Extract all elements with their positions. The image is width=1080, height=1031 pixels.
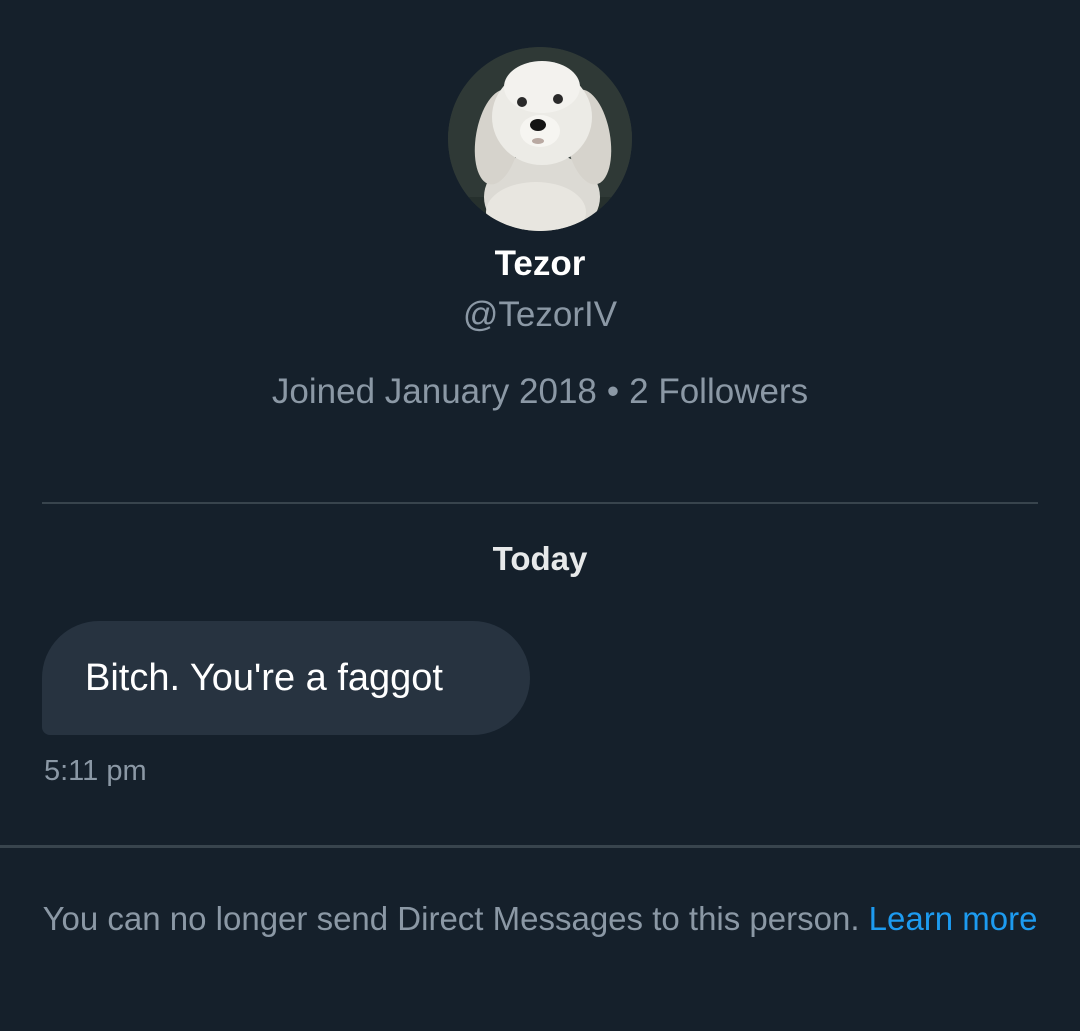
dog-photo-avatar-icon [448, 47, 632, 231]
meta-separator: • [606, 372, 620, 411]
footer-divider [0, 845, 1080, 848]
notice-text: You can no longer send Direct Messages t… [42, 900, 860, 937]
message-timestamp: 5:11 pm [44, 755, 147, 787]
display-name: Tezor [494, 244, 586, 283]
learn-more-link[interactable]: Learn more [869, 900, 1038, 937]
profile-meta: Joined January 2018 • 2 Followers [0, 372, 1080, 412]
header-divider [42, 502, 1038, 504]
avatar[interactable] [448, 47, 632, 231]
user-handle: @TezorIV [462, 295, 618, 334]
day-separator: Today [492, 540, 588, 577]
dm-restricted-notice: You can no longer send Direct Messages t… [40, 890, 1040, 947]
message-bubble[interactable]: Bitch. You're a faggot [42, 621, 530, 735]
profile-header: Tezor @TezorIV Joined January 2018 • 2 Fol… [0, 0, 1080, 500]
followers-count[interactable]: 2 Followers [629, 372, 808, 411]
joined-date: Joined January 2018 [271, 372, 597, 411]
